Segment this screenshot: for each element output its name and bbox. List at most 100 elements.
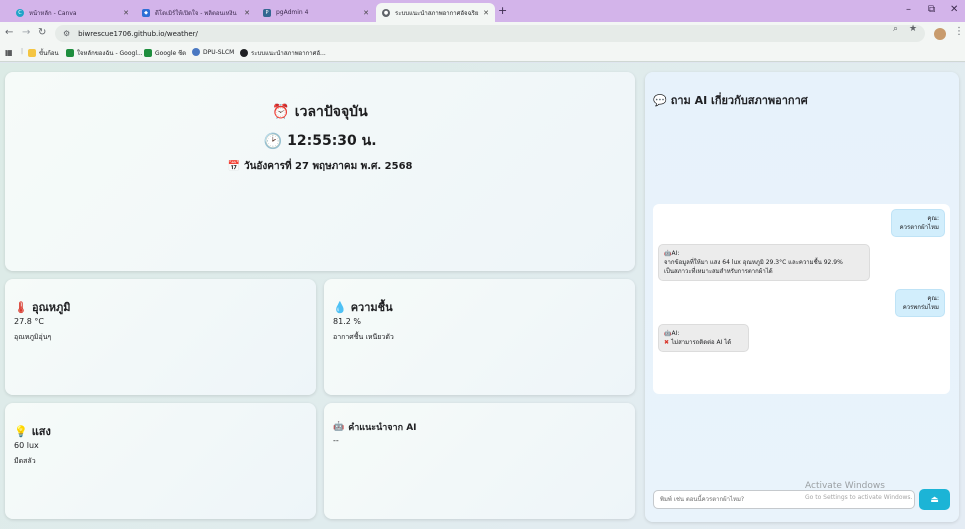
tab-title: ดีโดเมิร์ให้เปิดใจ - พลิตอนเหงิน — [155, 9, 237, 17]
bookmark-star-icon[interactable]: ★ — [909, 24, 917, 34]
temperature-card: 🌡 อุณหภูมิ 27.8 °C อุณหภูมิอุ่นๆ — [5, 279, 316, 395]
ai-chat-title: ถาม AI เกี่ยวกับสภาพอากาศ — [670, 94, 808, 107]
humidity-description: อากาศชื้น เหนียวตัว — [333, 333, 394, 341]
forward-arrow-icon[interactable]: → — [22, 27, 30, 38]
globe-icon — [240, 49, 248, 57]
bookmark-label: Google ชีต — [155, 50, 187, 57]
chat-message-ai: 🤖AI: ✖ ไม่สามารถติดต่อ AI ได้ — [658, 324, 749, 352]
tab-shield[interactable]: ◆ ดีโดเมิร์ให้เปิดใจ - พลิตอนเหงิน ✕ — [136, 3, 256, 22]
bookmark-separator: | — [21, 48, 24, 55]
message-error-row: ✖ ไม่สามารถติดต่อ AI ได้ — [664, 339, 731, 346]
chat-input[interactable] — [653, 490, 915, 509]
bookmark-folder[interactable]: ขั้นก้อน — [28, 48, 59, 58]
tab-pgadmin[interactable]: P pgAdmin 4 ✕ — [257, 3, 375, 22]
light-title-row: 💡 แสง — [14, 422, 51, 440]
message-sender: คุณ: — [927, 295, 939, 302]
ai-chat-panel: 💬 ถาม AI เกี่ยวกับสภาพอากาศ คุณ: ควรตากผ… — [645, 72, 959, 522]
humidity-value: 81.2 % — [333, 317, 361, 326]
pgadmin-icon: P — [263, 8, 271, 17]
new-tab-button[interactable]: + — [498, 4, 507, 17]
close-window-button[interactable]: ✕ — [950, 4, 958, 15]
tab-weather[interactable]: ● ระบบแนะนำสภาพอากาศอัจฉริยะ ✕ — [376, 3, 495, 22]
profile-avatar[interactable] — [934, 28, 946, 40]
clock-title-row: ⏰ เวลาปัจจุบัน — [5, 101, 635, 123]
calendar-icon: 📅 — [227, 160, 240, 172]
temperature-value: 27.8 °C — [14, 317, 44, 326]
maximize-button[interactable]: ⧉ — [928, 4, 935, 15]
browser-tab-strip: C หน้าหลัก - Canva ✕ ◆ ดีโดเมิร์ให้เปิดใ… — [0, 0, 965, 22]
clock-icon: 🕑 — [263, 132, 283, 150]
current-date: วันอังคารที่ 27 พฤษภาคม พ.ศ. 2568 — [243, 161, 413, 172]
bookmark-sheets-1[interactable]: ใจหลักของฉัน - Googl... — [66, 48, 143, 58]
message-sender-row: 🤖AI: — [664, 249, 864, 258]
chat-history[interactable]: คุณ: ควรตากผ้าไหม 🤖AI: จากข้อมูลที่ให้มา… — [653, 204, 950, 394]
temperature-description: อุณหภูมิอุ่นๆ — [14, 333, 52, 341]
globe-icon: ● — [382, 8, 390, 17]
message-sender: AI: — [671, 330, 680, 337]
tab-close-icon[interactable]: ✕ — [483, 9, 489, 17]
robot-icon: 🤖 — [333, 422, 345, 432]
back-arrow-icon[interactable]: ← — [5, 27, 13, 38]
tab-close-icon[interactable]: ✕ — [363, 9, 369, 17]
ai-advice-title-row: 🤖 คำแนะนำจาก AI — [333, 420, 417, 434]
message-text: เป็นสภาวะที่เหมาะสมสำหรับการตากผ้าได้ — [664, 268, 773, 275]
page-content: ⏰ เวลาปัจจุบัน 🕑 12:55:30 น. 📅 วันอังคารที่… — [0, 63, 965, 529]
tab-close-icon[interactable]: ✕ — [123, 9, 129, 17]
address-bar[interactable]: ⚙ biwrescue1706.github.io/weather/ — [55, 25, 925, 42]
reload-icon[interactable]: ↻ — [38, 27, 46, 38]
zoom-icon[interactable]: ⌕ — [893, 24, 898, 34]
humidity-title: ความชื้น — [350, 301, 393, 314]
apps-grid-icon[interactable]: ▦ — [5, 48, 13, 57]
temperature-title: อุณหภูมิ — [31, 301, 71, 314]
send-icon: ⏏ — [930, 494, 939, 505]
chat-message-user: คุณ: ควรพกร่มไหม — [895, 289, 945, 317]
humidity-title-row: 💧 ความชื้น — [333, 298, 393, 316]
tab-canva[interactable]: C หน้าหลัก - Canva ✕ — [10, 3, 135, 22]
bookmark-label: ระบบแนะนำสภาพอากาศอั... — [251, 50, 326, 57]
message-sender: คุณ: — [927, 215, 939, 222]
chat-message-user: คุณ: ควรตากผ้าไหม — [891, 209, 945, 237]
canva-icon: C — [16, 8, 24, 17]
tab-close-icon[interactable]: ✕ — [244, 9, 250, 17]
url-text: biwrescue1706.github.io/weather/ — [78, 29, 198, 38]
light-bulb-icon: 💡 — [14, 424, 28, 438]
clock-card: ⏰ เวลาปัจจุบัน 🕑 12:55:30 น. 📅 วันอังคารที่… — [5, 72, 635, 271]
folder-icon — [28, 49, 36, 57]
bookmark-label: DPU-SLCM — [203, 48, 235, 56]
sheets-icon — [66, 49, 74, 57]
ai-advice-title: คำแนะนำจาก AI — [348, 423, 417, 433]
tab-title: ระบบแนะนำสภาพอากาศอัจฉริยะ — [395, 9, 480, 17]
message-text: ไม่สามารถติดต่อ AI ได้ — [671, 339, 732, 346]
temperature-title-row: 🌡 อุณหภูมิ — [14, 298, 71, 316]
ai-advice-value: -- — [333, 436, 339, 445]
shield-icon: ◆ — [142, 8, 150, 17]
dpu-icon — [192, 48, 200, 56]
bookmark-label: ใจหลักของฉัน - Googl... — [77, 50, 143, 57]
send-button[interactable]: ⏏ — [919, 489, 950, 510]
menu-kebab-icon[interactable]: ⋮ — [954, 26, 964, 37]
thermometer-icon: 🌡 — [14, 300, 28, 314]
speech-bubble-icon: 💬 — [653, 93, 667, 107]
message-text: จากข้อมูลที่ให้มา แสง 64 lux อุณหภูมิ 29… — [664, 259, 843, 266]
clock-date-row: 📅 วันอังคารที่ 27 พฤษภาคม พ.ศ. 2568 — [5, 159, 635, 174]
bookmark-weather[interactable]: ระบบแนะนำสภาพอากาศอั... — [240, 48, 326, 58]
droplet-icon: 💧 — [333, 300, 347, 314]
ai-chat-title-row: 💬 ถาม AI เกี่ยวกับสภาพอากาศ — [653, 91, 808, 109]
bookmark-sheets-2[interactable]: Google ชีต — [144, 48, 186, 58]
chat-message-ai: 🤖AI: จากข้อมูลที่ให้มา แสง 64 lux อุณหภู… — [658, 244, 870, 281]
bookmark-dpu[interactable]: DPU-SLCM — [192, 48, 234, 56]
bookmarks-bar: ▦ | ขั้นก้อน ใจหลักของฉัน - Googl... Goo… — [0, 45, 965, 62]
light-title: แสง — [31, 425, 51, 438]
light-value: 60 lux — [14, 441, 39, 450]
site-settings-icon[interactable]: ⚙ — [63, 29, 70, 38]
clock-time-row: 🕑 12:55:30 น. — [5, 130, 635, 152]
bookmark-label: ขั้นก้อน — [39, 50, 59, 57]
current-time: 12:55:30 น. — [287, 133, 377, 149]
light-card: 💡 แสง 60 lux มืดสลัว — [5, 403, 316, 519]
minimize-button[interactable]: – — [906, 4, 911, 15]
ai-advice-card: 🤖 คำแนะนำจาก AI -- — [324, 403, 635, 519]
humidity-card: 💧 ความชื้น 81.2 % อากาศชื้น เหนียวตัว — [324, 279, 635, 395]
tab-title: หน้าหลัก - Canva — [29, 9, 77, 17]
message-sender-row: 🤖AI: — [664, 329, 743, 338]
tab-title: pgAdmin 4 — [276, 9, 309, 16]
